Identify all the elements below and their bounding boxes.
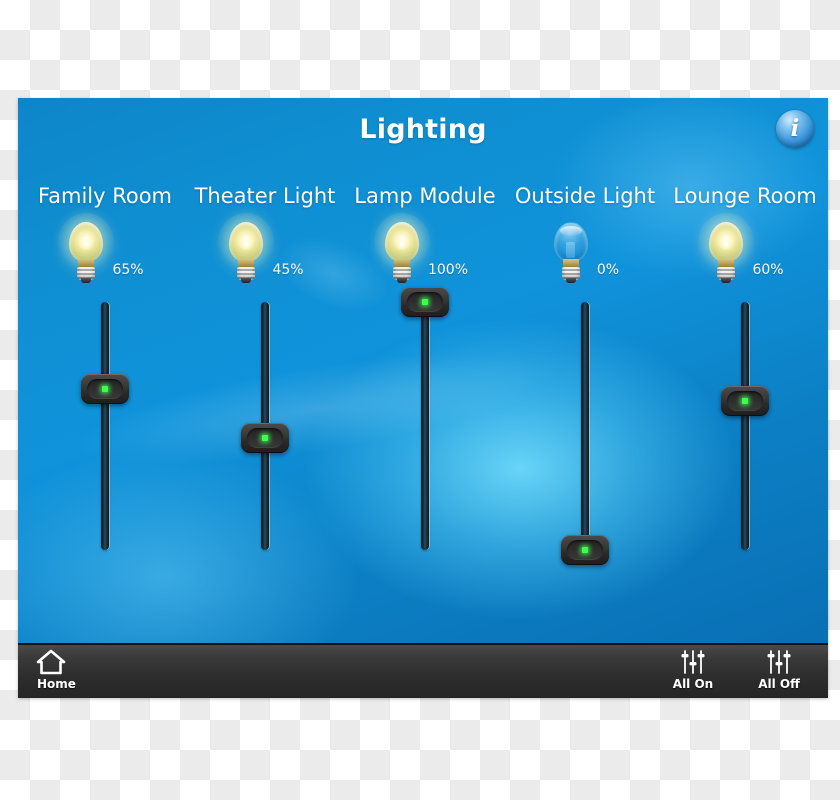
brightness-percent-label: 0% — [596, 262, 620, 278]
all-on-button-label: All On — [672, 677, 714, 691]
slider-handle[interactable] — [81, 374, 129, 404]
info-circle-icon[interactable]: i — [776, 110, 814, 148]
sliders-icon — [681, 650, 705, 674]
lighting-screen: Lighting i Family Room 65% Theater Light 45… — [18, 98, 828, 643]
light-channel: Outside Light 0% — [504, 184, 666, 639]
channel-name-label: Outside Light — [514, 184, 656, 208]
lightbulb-on-icon[interactable] — [373, 213, 430, 283]
channel-name-label: Lamp Module — [354, 184, 496, 208]
bulb-filament — [393, 238, 410, 250]
bulb-contact-tip — [396, 278, 407, 283]
channel-name-label: Theater Light — [194, 184, 336, 208]
bulb-contact-tip — [81, 278, 92, 283]
channel-name-label: Lounge Room — [673, 184, 817, 208]
lightbulb-on-icon[interactable] — [58, 213, 115, 283]
lightbulb-on-icon[interactable] — [218, 213, 275, 283]
slider-track[interactable] — [741, 302, 749, 550]
light-channel: Lounge Room 60% — [664, 184, 826, 639]
slider-handle[interactable] — [401, 287, 449, 317]
info-glyph: i — [790, 114, 800, 142]
handle-led-icon — [422, 299, 428, 305]
house-icon — [36, 649, 66, 675]
light-channel: Lamp Module 100% — [344, 184, 506, 639]
lounge-room-slider[interactable] — [664, 302, 826, 632]
bulb-row: 65% — [24, 213, 186, 283]
theater-light-slider[interactable] — [184, 302, 346, 632]
bulb-highlight — [559, 226, 582, 236]
lighting-app-window: Lighting i Family Room 65% Theater Light 45… — [18, 98, 828, 698]
handle-led-icon — [742, 398, 748, 404]
slider-handle[interactable] — [561, 535, 609, 565]
transparency-backdrop: Lighting i Family Room 65% Theater Light 45… — [0, 0, 840, 800]
bulb-row: 100% — [344, 213, 506, 283]
bulb-contact-tip — [565, 278, 576, 283]
lightbulb-off-icon[interactable] — [551, 222, 591, 283]
brightness-percent-label: 100% — [427, 262, 469, 278]
bulb-row: 60% — [664, 213, 826, 283]
slider-track[interactable] — [581, 302, 589, 550]
bottom-toolbar: Home All On All Off — [18, 643, 828, 698]
home-button-label: Home — [37, 677, 76, 691]
page-title: Lighting — [359, 114, 487, 145]
brightness-percent-label: 60% — [752, 262, 784, 278]
brightness-percent-label: 65% — [112, 262, 144, 278]
lightbulb-on-icon[interactable] — [698, 213, 755, 283]
handle-led-icon — [102, 386, 108, 392]
bulb-row: 45% — [184, 213, 346, 283]
handle-led-icon — [582, 547, 588, 553]
bulb-contact-tip — [241, 278, 252, 283]
sliders-icon — [767, 650, 791, 674]
brightness-percent-label: 45% — [272, 262, 304, 278]
slider-handle[interactable] — [241, 423, 289, 453]
handle-led-icon — [262, 435, 268, 441]
outside-light-slider[interactable] — [504, 302, 666, 632]
all-off-button-label: All Off — [758, 677, 800, 691]
all-on-button[interactable]: All On — [656, 649, 730, 697]
all-off-button[interactable]: All Off — [742, 649, 816, 697]
slider-track[interactable] — [101, 302, 109, 550]
bulb-contact-tip — [721, 278, 732, 283]
slider-track[interactable] — [421, 302, 429, 550]
lamp-module-slider[interactable] — [344, 287, 506, 632]
bulb-filament — [565, 242, 575, 258]
bulb-row: 0% — [504, 220, 666, 283]
slider-handle[interactable] — [721, 386, 769, 416]
light-channel: Theater Light 45% — [184, 184, 346, 639]
family-room-slider[interactable] — [24, 302, 186, 632]
channel-name-label: Family Room — [37, 184, 173, 208]
home-button[interactable]: Home — [28, 649, 102, 697]
light-channel: Family Room 65% — [24, 184, 186, 639]
